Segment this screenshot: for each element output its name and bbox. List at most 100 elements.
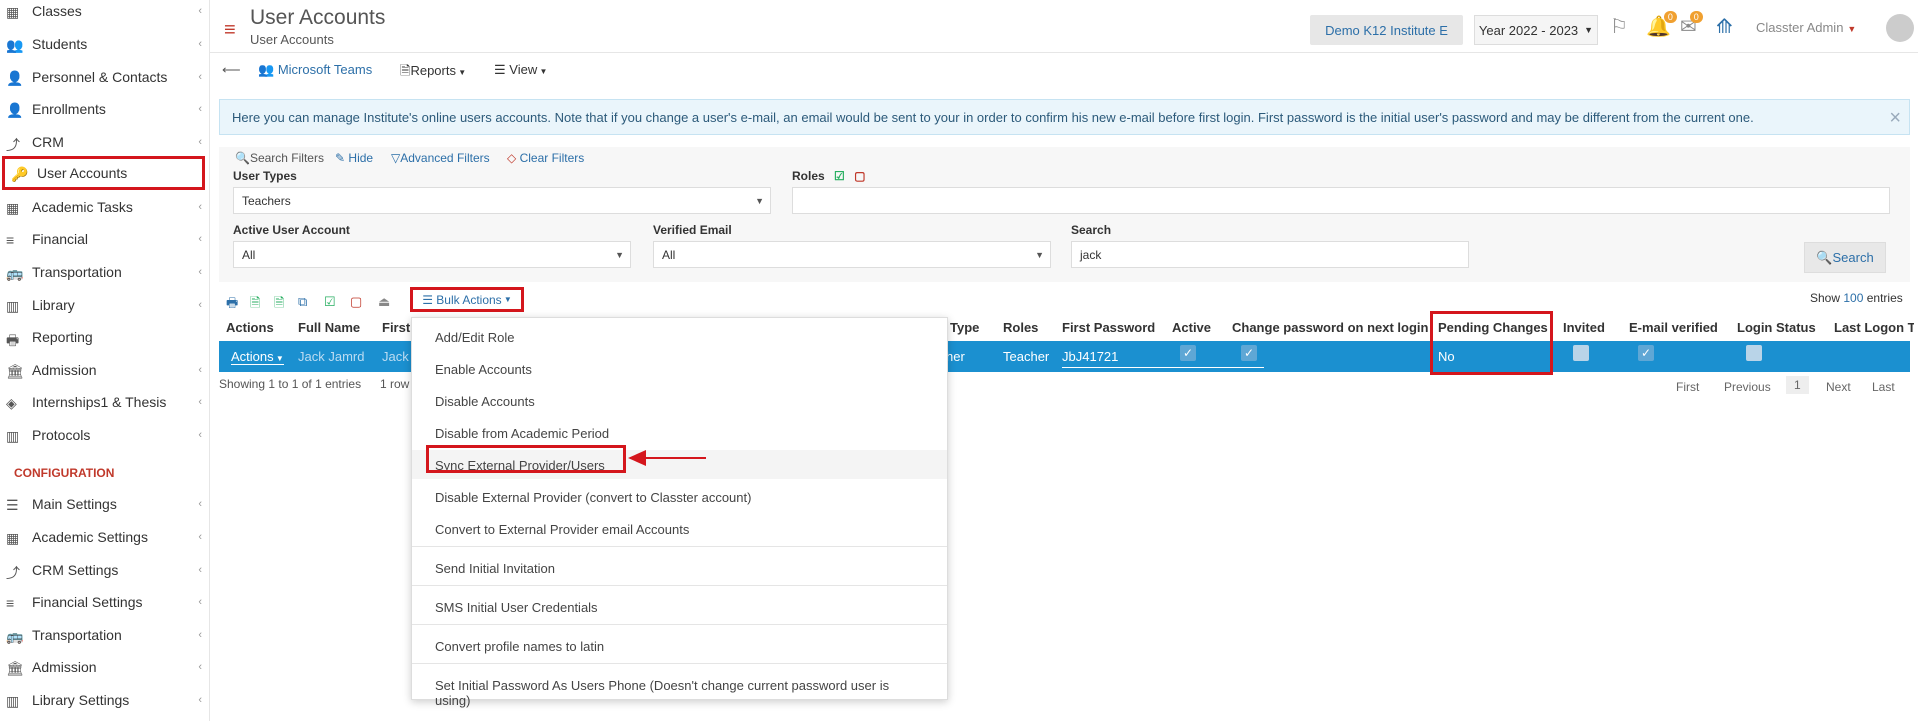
back-arrow-icon[interactable]: ⟵ [222,62,241,78]
col-full-name[interactable]: Full Name [298,320,360,335]
stop-icon[interactable]: ▢ [854,169,865,183]
bulk-actions-label: Bulk Actions [436,292,502,307]
page-previous[interactable]: Previous [1724,380,1771,394]
stop-icon[interactable]: ▢ [350,294,362,310]
sidebar-item-protocols[interactable]: ▥ Protocols ‹ [0,421,210,449]
page-title: User Accounts [250,6,386,29]
sidebar-item-crm-settings[interactable]: ⤴ CRM Settings ‹ [0,556,210,584]
internship-icon: ◈ [6,395,17,411]
sidebar-item-label: Reporting [32,329,93,345]
flag-icon[interactable]: ⚐ [1610,14,1628,39]
search-input[interactable]: jack [1071,241,1469,268]
invited-checkbox[interactable] [1573,345,1589,361]
copy-icon[interactable]: ⧉ [298,294,307,310]
row-full-name[interactable]: Jack Jamrd [298,349,364,364]
sidebar-item-label: Academic Tasks [32,199,133,215]
menu-item-disable-accounts[interactable]: Disable Accounts [412,386,947,415]
page-current[interactable]: 1 [1786,376,1809,394]
user-menu[interactable]: Classter Admin ▼ [1756,20,1856,35]
menu-item-send-invitation[interactable]: Send Initial Invitation [412,553,947,582]
bulk-actions-button[interactable]: ☰ Bulk Actions ▼ [410,287,524,312]
menu-item-add-edit-role[interactable]: Add/Edit Role [412,322,947,351]
search-button[interactable]: 🔍 Search [1804,242,1886,273]
menu-item-disable-academic-period[interactable]: Disable from Academic Period [412,418,947,447]
col-email-verified[interactable]: E-mail verified [1629,320,1718,335]
verified-email-select[interactable]: All ▼ [653,241,1051,268]
roles-input[interactable] [792,187,1890,214]
bell-icon[interactable]: 🔔 0 [1646,11,1677,39]
row-actions-dropdown[interactable]: Actions ▼ [231,349,284,365]
sidebar-item-main-settings[interactable]: ☰ Main Settings ‹ [0,490,210,518]
hide-filters-link[interactable]: ✎ Hide [335,151,373,165]
sidebar-item-library-settings[interactable]: ▥ Library Settings ‹ [0,686,210,714]
menu-item-convert-external-provider[interactable]: Convert to External Provider email Accou… [412,514,947,543]
menu-item-sms-credentials[interactable]: SMS Initial User Credentials [412,592,947,621]
close-icon[interactable]: × [1889,107,1901,130]
sidebar-item-crm[interactable]: ⤴ CRM ‹ [0,128,210,156]
page-header: ≡ User Accounts User Accounts Demo K12 I… [210,0,1918,53]
show-count-select[interactable]: 100 [1843,291,1863,305]
sidebar-item-label: Main Settings [32,496,117,512]
menu-item-convert-latin[interactable]: Convert profile names to latin [412,631,947,660]
clear-filters-link[interactable]: ◇ Clear Filters [507,151,584,165]
sidebar-item-transportation-settings[interactable]: 🚌 Transportation ‹ [0,621,210,649]
avatar[interactable] [1886,14,1914,42]
year-select[interactable]: Year 2022 - 2023 ▼ [1474,15,1598,45]
col-first[interactable]: First [382,320,410,335]
col-change-password[interactable]: Change password on next login [1232,320,1428,335]
csv-icon[interactable]: 🗎 [274,294,284,316]
sidebar-item-transportation[interactable]: 🚌 Transportation ‹ [0,258,210,286]
page-last[interactable]: Last [1872,380,1895,394]
info-notice: Here you can manage Institute's online u… [219,99,1910,135]
sidebar-item-user-accounts[interactable]: 🔑 User Accounts [2,156,205,190]
sidebar-item-academic-tasks[interactable]: ▦ Academic Tasks ‹ [0,193,210,221]
col-first-password[interactable]: First Password [1062,320,1155,335]
col-active[interactable]: Active [1172,320,1211,335]
view-dropdown[interactable]: ☰ View ▼ [494,62,547,78]
sidebar-item-admission-settings[interactable]: 🏛 Admission ‹ [0,653,210,681]
col-type[interactable]: Type [950,320,979,335]
tasks-icon: ▦ [6,200,20,216]
col-last-logon[interactable]: Last Logon Ti [1834,320,1914,335]
login-status-checkbox[interactable] [1746,345,1762,361]
menu-item-enable-accounts[interactable]: Enable Accounts [412,354,947,383]
sidebar-item-financial-settings[interactable]: ≡ Financial Settings ‹ [0,588,210,616]
sidebar-item-classes[interactable]: ▦ Classes ‹ [0,0,210,25]
reports-dropdown[interactable]: 🗎Reports ▼ [400,62,466,84]
sidebar-item-library[interactable]: ▥ Library ‹ [0,291,210,319]
check-icon[interactable]: ☑ [834,169,845,183]
crm-icon: ⤴ [6,137,20,153]
user-types-select[interactable]: Teachers ▼ [233,187,771,214]
sidebar-item-financial[interactable]: ≡ Financial ‹ [0,225,210,253]
sidebar-item-enrollments[interactable]: 👤 Enrollments ‹ [0,95,210,123]
col-login-status[interactable]: Login Status [1737,320,1816,335]
sidebar-item-admission[interactable]: 🏛 Admission ‹ [0,356,210,384]
page-first[interactable]: First [1676,380,1699,394]
print-icon[interactable]: 🖶 [226,294,238,316]
col-roles[interactable]: Roles [1003,320,1038,335]
active-checkbox[interactable]: ✓ [1180,345,1196,361]
sidebar-item-reporting[interactable]: 🖶 Reporting [0,323,210,351]
layers-icon[interactable]: ⟰ [1716,14,1733,39]
hamburger-icon[interactable]: ≡ [224,19,236,42]
check-all-icon[interactable]: ☑ [324,294,336,310]
menu-item-disable-external-provider[interactable]: Disable External Provider (convert to Cl… [412,482,947,511]
sidebar-item-internships[interactable]: ◈ Internships1 & Thesis ‹ [0,388,210,416]
sidebar-item-academic-settings[interactable]: ▦ Academic Settings ‹ [0,523,210,551]
stamp-icon[interactable]: ⏏ [378,294,390,310]
notification-badge: 0 [1663,11,1677,23]
col-invited[interactable]: Invited [1563,320,1605,335]
active-account-select[interactable]: All ▼ [233,241,631,268]
sidebar-item-students[interactable]: 👥 Students ‹ [0,30,210,58]
page-next[interactable]: Next [1826,380,1851,394]
col-actions[interactable]: Actions [226,320,274,335]
microsoft-teams-button[interactable]: 👥 Microsoft Teams [258,62,372,78]
mail-icon[interactable]: ✉ 0 [1680,11,1703,39]
excel-icon[interactable]: 🗎 [250,294,260,316]
sidebar-item-personnel[interactable]: 👤 Personnel & Contacts ‹ [0,63,210,91]
advanced-filters-link[interactable]: ▽Advanced Filters [391,151,490,165]
institute-button[interactable]: Demo K12 Institute E [1310,15,1463,45]
email-verified-checkbox[interactable]: ✓ [1638,345,1654,361]
change-password-checkbox[interactable]: ✓ [1241,345,1257,361]
menu-item-initial-password-phone[interactable]: Set Initial Password As Users Phone (Doe… [412,670,947,708]
